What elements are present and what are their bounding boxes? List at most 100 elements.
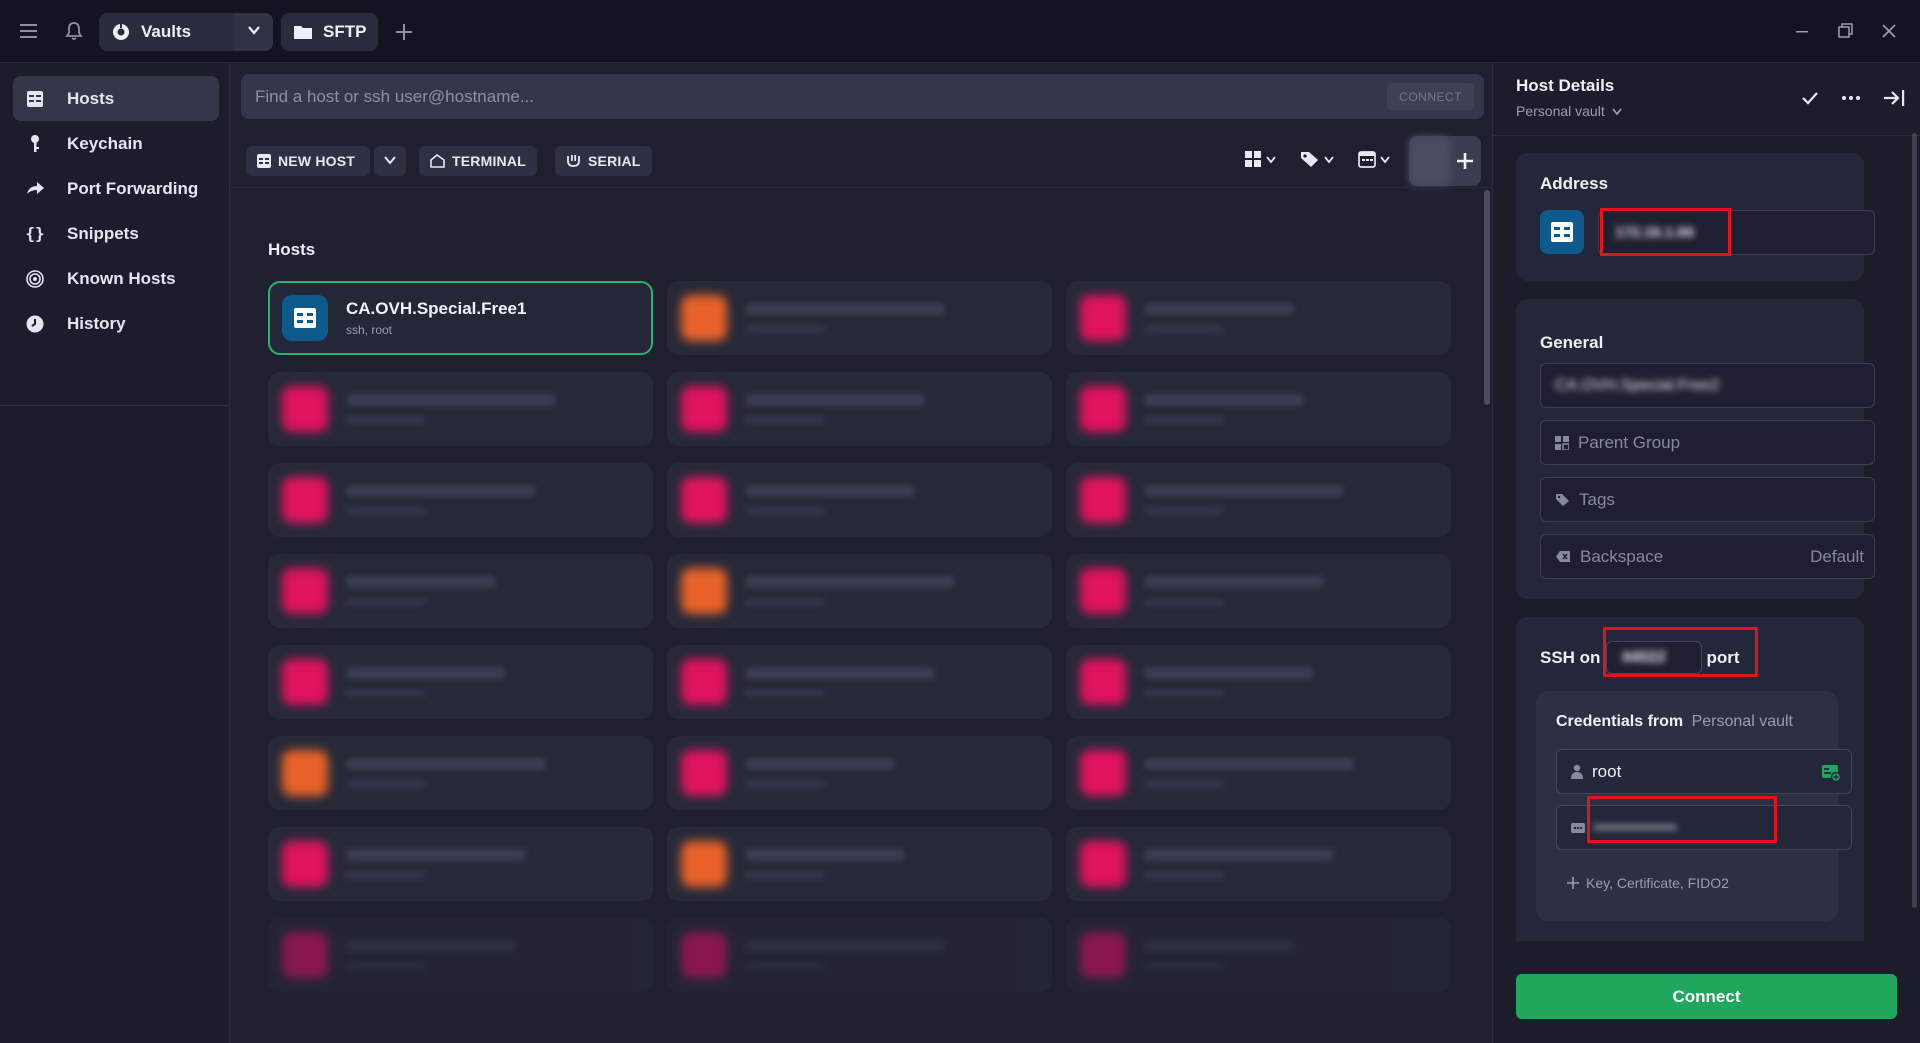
tags-input[interactable]: Tags xyxy=(1540,477,1875,522)
host-card[interactable] xyxy=(1066,918,1451,992)
search-input[interactable] xyxy=(255,86,1305,107)
host-card[interactable] xyxy=(268,827,653,901)
host-card[interactable] xyxy=(667,827,1052,901)
host-card[interactable] xyxy=(667,372,1052,446)
host-card[interactable] xyxy=(268,554,653,628)
terminal-icon xyxy=(430,154,445,168)
parent-group-input[interactable]: Parent Group xyxy=(1540,420,1875,465)
collapse-panel-icon[interactable] xyxy=(1882,87,1905,109)
host-card[interactable] xyxy=(268,736,653,810)
host-card-selected[interactable]: CA.OVH.Special.Free1 ssh, root xyxy=(268,281,653,355)
tab-vaults[interactable]: Vaults xyxy=(99,13,234,51)
host-name-redacted xyxy=(1144,303,1294,315)
host-subtitle-redacted xyxy=(1144,780,1224,788)
sidebar-item-port-forwarding[interactable]: Port Forwarding xyxy=(13,166,219,211)
chevron-down-icon xyxy=(1611,105,1623,117)
host-name-redacted xyxy=(1144,849,1334,861)
sort-button[interactable] xyxy=(1358,148,1391,174)
host-name-redacted xyxy=(745,758,895,770)
sidebar-item-snippets[interactable]: {} Snippets xyxy=(13,211,219,256)
host-icon xyxy=(1080,932,1126,978)
host-subtitle-redacted xyxy=(745,416,825,424)
sidebar-item-known-hosts[interactable]: Known Hosts xyxy=(13,256,219,301)
backspace-select[interactable]: Backspace Default xyxy=(1540,534,1875,579)
view-toggle-button[interactable] xyxy=(1244,148,1277,174)
bell-icon[interactable] xyxy=(63,20,85,42)
sidebar-item-history[interactable]: History xyxy=(13,301,219,346)
clock-icon xyxy=(25,314,45,334)
tags-filter-button[interactable] xyxy=(1300,148,1335,174)
restore-icon[interactable] xyxy=(1834,20,1856,42)
host-card[interactable] xyxy=(1066,281,1451,355)
check-icon[interactable] xyxy=(1799,87,1821,109)
host-subtitle-redacted xyxy=(346,689,426,697)
host-card[interactable] xyxy=(1066,463,1451,537)
tab-sftp[interactable]: SFTP xyxy=(281,13,378,51)
host-card[interactable] xyxy=(268,463,653,537)
chevron-down-icon xyxy=(1265,152,1277,170)
label-input[interactable]: CA.OVH.Special.Free2 xyxy=(1540,363,1875,408)
host-card[interactable] xyxy=(1066,554,1451,628)
menu-icon[interactable] xyxy=(18,21,40,41)
serial-button[interactable]: SERIAL xyxy=(555,146,652,176)
vaults-dropdown-button[interactable] xyxy=(234,13,273,51)
panel-scrollbar[interactable] xyxy=(1912,133,1917,908)
connect-button[interactable]: Connect xyxy=(1516,974,1897,1019)
host-card[interactable] xyxy=(1066,736,1451,810)
password-highlight-box xyxy=(1587,796,1777,843)
user-avatar-add-button[interactable] xyxy=(1409,136,1481,186)
sidebar-item-hosts[interactable]: Hosts xyxy=(13,76,219,121)
host-name-redacted xyxy=(346,667,506,679)
main-scrollbar[interactable] xyxy=(1484,190,1490,405)
identity-icon[interactable] xyxy=(1821,762,1841,782)
host-subtitle-redacted xyxy=(1144,598,1224,606)
host-icon xyxy=(282,568,328,614)
host-subtitle-redacted xyxy=(745,325,825,333)
add-key-button[interactable]: Key, Certificate, FIDO2 xyxy=(1566,875,1729,891)
host-icon xyxy=(681,477,727,523)
terminal-button[interactable]: TERMINAL xyxy=(419,146,537,176)
minimize-icon[interactable] xyxy=(1791,20,1813,42)
host-name-redacted xyxy=(1144,667,1314,679)
host-icon xyxy=(282,932,328,978)
top-bar: Vaults SFTP xyxy=(0,0,1920,63)
host-icon xyxy=(282,477,328,523)
host-icon xyxy=(1080,568,1126,614)
host-card[interactable] xyxy=(667,463,1052,537)
host-card[interactable] xyxy=(1066,645,1451,719)
host-card[interactable] xyxy=(667,918,1052,992)
host-card[interactable] xyxy=(268,645,653,719)
host-subtitle-redacted xyxy=(346,598,426,606)
host-subtitle-redacted xyxy=(346,507,426,515)
host-card[interactable] xyxy=(1066,827,1451,901)
host-card[interactable] xyxy=(667,554,1052,628)
more-icon[interactable] xyxy=(1840,87,1862,109)
username-input[interactable]: root xyxy=(1556,749,1852,794)
host-card[interactable] xyxy=(268,372,653,446)
backspace-icon xyxy=(1555,550,1571,563)
avatar xyxy=(1409,136,1451,186)
host-card[interactable] xyxy=(667,645,1052,719)
new-host-dropdown-button[interactable] xyxy=(374,146,406,176)
search-connect-button[interactable]: CONNECT xyxy=(1387,83,1474,110)
sidebar-item-label: Known Hosts xyxy=(67,268,176,288)
sidebar-item-label: Snippets xyxy=(67,223,139,243)
general-card: General CA.OVH.Special.Free2 Parent Grou… xyxy=(1516,299,1875,599)
host-icon xyxy=(282,386,328,432)
host-name-redacted xyxy=(1144,485,1344,497)
vault-name: Personal vault xyxy=(1516,103,1605,119)
close-icon[interactable] xyxy=(1878,20,1900,42)
tag-icon xyxy=(1555,493,1570,507)
host-subtitle-redacted xyxy=(1144,871,1224,879)
sidebar-item-keychain[interactable]: Keychain xyxy=(13,121,219,166)
host-card[interactable] xyxy=(667,281,1052,355)
credentials-vault-link[interactable]: Personal vault xyxy=(1692,713,1793,730)
host-card[interactable] xyxy=(667,736,1052,810)
add-tab-icon[interactable] xyxy=(392,20,416,44)
sidebar-item-label: Port Forwarding xyxy=(67,178,199,198)
new-host-button[interactable]: NEW HOST xyxy=(246,146,370,176)
host-card[interactable] xyxy=(1066,372,1451,446)
vault-selector[interactable]: Personal vault xyxy=(1516,103,1623,119)
host-card[interactable] xyxy=(268,918,653,992)
host-name-redacted xyxy=(1144,758,1354,770)
